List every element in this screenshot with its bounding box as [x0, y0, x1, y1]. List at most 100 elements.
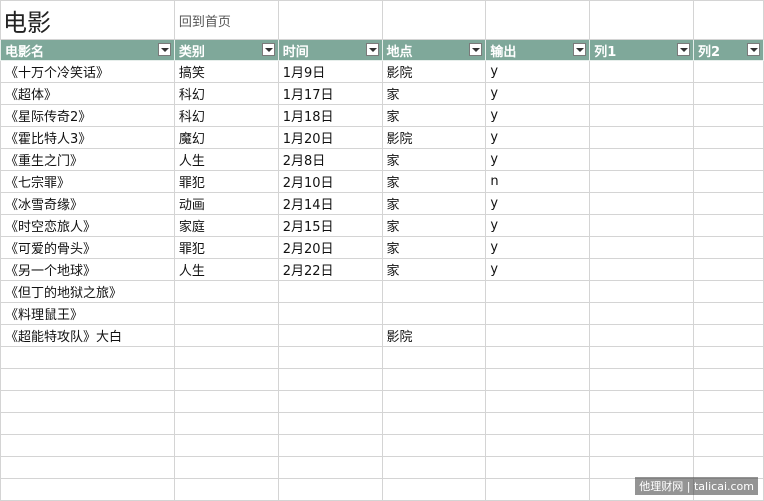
header-category[interactable]: 类别 [173, 39, 279, 61]
time-cell[interactable]: 2月22日 [277, 258, 383, 281]
header-time[interactable]: 时间 [277, 39, 383, 61]
location-cell[interactable] [381, 434, 487, 457]
header-movie-name[interactable]: 电影名 [0, 39, 175, 61]
output-cell[interactable]: y [485, 192, 591, 215]
time-cell[interactable]: 1月17日 [277, 82, 383, 105]
movie-name-cell[interactable]: 《七宗罪》 [0, 170, 175, 193]
output-cell[interactable]: y [485, 60, 591, 83]
location-cell[interactable]: 影院 [381, 324, 487, 347]
col1-cell[interactable] [589, 82, 695, 105]
location-cell[interactable] [381, 368, 487, 391]
movie-name-cell[interactable]: 《冰雪奇缘》 [0, 192, 175, 215]
movie-name-cell[interactable]: 《但丁的地狱之旅》 [0, 280, 175, 303]
col2-cell[interactable] [693, 60, 764, 83]
col1-cell[interactable] [589, 170, 695, 193]
time-cell[interactable] [277, 280, 383, 303]
col1-cell[interactable] [589, 258, 695, 281]
movie-name-cell[interactable] [0, 346, 175, 369]
col2-cell[interactable] [693, 280, 764, 303]
movie-name-cell[interactable] [0, 456, 175, 479]
location-cell[interactable] [381, 478, 487, 501]
filter-dropdown-icon[interactable] [157, 43, 171, 56]
header-col1[interactable]: 列1 [589, 39, 695, 61]
col2-cell[interactable] [693, 302, 764, 325]
category-cell[interactable] [173, 478, 279, 501]
col2-cell[interactable] [693, 258, 764, 281]
col1-cell[interactable] [589, 434, 695, 457]
time-cell[interactable]: 1月20日 [277, 126, 383, 149]
col1-cell[interactable] [589, 346, 695, 369]
time-cell[interactable]: 1月9日 [277, 60, 383, 83]
output-cell[interactable]: y [485, 126, 591, 149]
col1-cell[interactable] [589, 104, 695, 127]
output-cell[interactable] [485, 302, 591, 325]
col1-cell[interactable] [589, 214, 695, 237]
location-cell[interactable] [381, 456, 487, 479]
time-cell[interactable] [277, 390, 383, 413]
location-cell[interactable]: 家 [381, 170, 487, 193]
cell[interactable] [277, 0, 383, 40]
col2-cell[interactable] [693, 82, 764, 105]
filter-dropdown-icon[interactable] [747, 43, 760, 56]
filter-dropdown-icon[interactable] [365, 43, 379, 56]
time-cell[interactable]: 2月8日 [277, 148, 383, 171]
time-cell[interactable]: 2月20日 [277, 236, 383, 259]
output-cell[interactable]: y [485, 236, 591, 259]
time-cell[interactable]: 2月10日 [277, 170, 383, 193]
category-cell[interactable]: 罪犯 [173, 170, 279, 193]
category-cell[interactable]: 科幻 [173, 82, 279, 105]
output-cell[interactable]: y [485, 258, 591, 281]
output-cell[interactable] [485, 324, 591, 347]
col2-cell[interactable] [693, 346, 764, 369]
movie-name-cell[interactable] [0, 412, 175, 435]
category-cell[interactable]: 人生 [173, 148, 279, 171]
movie-name-cell[interactable] [0, 390, 175, 413]
category-cell[interactable] [173, 346, 279, 369]
output-cell[interactable]: n [485, 170, 591, 193]
movie-name-cell[interactable]: 《霍比特人3》 [0, 126, 175, 149]
movie-name-cell[interactable]: 《超体》 [0, 82, 175, 105]
movie-name-cell[interactable] [0, 368, 175, 391]
output-cell[interactable] [485, 434, 591, 457]
time-cell[interactable] [277, 478, 383, 501]
location-cell[interactable] [381, 346, 487, 369]
category-cell[interactable] [173, 434, 279, 457]
movie-name-cell[interactable]: 《可爱的骨头》 [0, 236, 175, 259]
category-cell[interactable] [173, 324, 279, 347]
output-cell[interactable] [485, 456, 591, 479]
output-cell[interactable] [485, 280, 591, 303]
movie-name-cell[interactable]: 《时空恋旅人》 [0, 214, 175, 237]
cell[interactable] [381, 0, 487, 40]
category-cell[interactable]: 家庭 [173, 214, 279, 237]
col2-cell[interactable] [693, 192, 764, 215]
filter-dropdown-icon[interactable] [573, 43, 587, 56]
category-cell[interactable]: 魔幻 [173, 126, 279, 149]
col2-cell[interactable] [693, 434, 764, 457]
time-cell[interactable]: 2月15日 [277, 214, 383, 237]
time-cell[interactable]: 1月18日 [277, 104, 383, 127]
col2-cell[interactable] [693, 148, 764, 171]
location-cell[interactable] [381, 280, 487, 303]
home-link[interactable]: 回到首页 [173, 0, 279, 40]
col1-cell[interactable] [589, 302, 695, 325]
col2-cell[interactable] [693, 104, 764, 127]
location-cell[interactable]: 家 [381, 82, 487, 105]
output-cell[interactable] [485, 412, 591, 435]
location-cell[interactable]: 家 [381, 236, 487, 259]
location-cell[interactable]: 家 [381, 258, 487, 281]
category-cell[interactable] [173, 390, 279, 413]
col2-cell[interactable] [693, 324, 764, 347]
col1-cell[interactable] [589, 192, 695, 215]
location-cell[interactable]: 影院 [381, 60, 487, 83]
col1-cell[interactable] [589, 324, 695, 347]
col2-cell[interactable] [693, 390, 764, 413]
category-cell[interactable] [173, 302, 279, 325]
time-cell[interactable] [277, 346, 383, 369]
location-cell[interactable] [381, 302, 487, 325]
output-cell[interactable] [485, 390, 591, 413]
location-cell[interactable]: 家 [381, 214, 487, 237]
col1-cell[interactable] [589, 280, 695, 303]
header-output[interactable]: 输出 [485, 39, 591, 61]
col1-cell[interactable] [589, 126, 695, 149]
location-cell[interactable]: 家 [381, 104, 487, 127]
